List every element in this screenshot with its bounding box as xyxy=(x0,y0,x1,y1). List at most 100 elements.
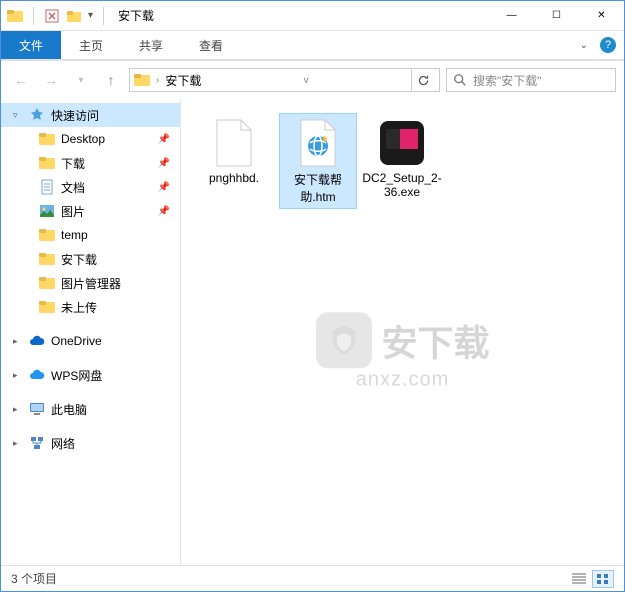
sidebar-item[interactable]: 未上传 xyxy=(1,295,180,319)
folder-icon xyxy=(39,227,55,243)
ribbon-tabs: 文件 主页 共享 查看 ⌄ ? xyxy=(1,31,624,59)
sidebar-item[interactable]: Desktop 📌 xyxy=(1,127,180,151)
address-box[interactable]: › 安下载 v xyxy=(129,68,440,92)
expand-icon[interactable]: ▸ xyxy=(13,370,23,381)
address-dropdown-icon[interactable]: v xyxy=(294,69,318,91)
file-name-label: DC2_Setup_2-36.exe xyxy=(362,171,441,199)
expand-icon[interactable]: ▸ xyxy=(13,438,23,449)
nav-recent-dropdown[interactable]: ▾ xyxy=(69,68,93,92)
view-details-button[interactable] xyxy=(568,570,590,588)
file-list[interactable]: pnghhbd.安下载帮助.htmDC2_Setup_2-36.exe 安下载 … xyxy=(181,99,624,565)
addressbar: ← → ▾ ↑ › 安下载 v 搜索"安下载" xyxy=(1,61,624,99)
tab-view[interactable]: 查看 xyxy=(181,31,241,59)
pin-icon: 📌 xyxy=(158,182,170,193)
sidebar-item[interactable]: 下载 📌 xyxy=(1,151,180,175)
pin-icon: 📌 xyxy=(158,158,170,169)
folder-icon xyxy=(39,299,55,315)
pin-icon: 📌 xyxy=(158,206,170,217)
file-item[interactable]: DC2_Setup_2-36.exe xyxy=(363,113,441,209)
qat-separator xyxy=(33,7,34,25)
folder-icon xyxy=(39,275,55,291)
document-icon xyxy=(39,179,55,195)
sidebar-item-label: 未上传 xyxy=(61,299,97,316)
pin-icon: 📌 xyxy=(158,134,170,145)
computer-icon xyxy=(29,401,45,417)
file-type-icon xyxy=(210,117,258,169)
sidebar-item-label: temp xyxy=(61,228,88,242)
tab-home[interactable]: 主页 xyxy=(61,31,121,59)
sidebar-item[interactable]: 图片 📌 xyxy=(1,199,180,223)
address-folder-icon xyxy=(134,72,150,88)
expand-icon[interactable]: ▿ xyxy=(13,110,23,121)
folder-icon xyxy=(39,131,55,147)
sidebar-onedrive[interactable]: ▸ OneDrive xyxy=(1,329,180,353)
titlebar-left: ▾ 安下载 xyxy=(1,7,154,25)
status-item-count: 3 个项目 xyxy=(11,570,57,587)
sidebar-item-label: 快速访问 xyxy=(51,107,99,124)
statusbar: 3 个项目 xyxy=(1,565,624,591)
ribbon-expand-icon[interactable]: ⌄ xyxy=(580,40,588,51)
refresh-button[interactable] xyxy=(411,69,435,91)
sidebar-item-label: 图片管理器 xyxy=(61,275,121,292)
file-item[interactable]: 安下载帮助.htm xyxy=(279,113,357,209)
file-name-label: pnghhbd. xyxy=(209,171,259,185)
qat-dropdown-icon[interactable]: ▾ xyxy=(88,10,93,21)
search-placeholder: 搜索"安下载" xyxy=(473,72,542,89)
file-item[interactable]: pnghhbd. xyxy=(195,113,273,209)
tab-file[interactable]: 文件 xyxy=(1,31,61,59)
window-title: 安下载 xyxy=(118,7,154,24)
expand-icon[interactable]: ▸ xyxy=(13,336,23,347)
sidebar-thispc[interactable]: ▸ 此电脑 xyxy=(1,397,180,421)
qat-newfolder-icon[interactable] xyxy=(66,8,82,24)
close-button[interactable]: ✕ xyxy=(579,1,624,30)
expand-icon[interactable]: ▸ xyxy=(13,404,23,415)
network-icon xyxy=(29,435,45,451)
sidebar-item[interactable]: 安下载 xyxy=(1,247,180,271)
sidebar-item-label: 文档 xyxy=(61,179,85,196)
nav-back-button[interactable]: ← xyxy=(9,68,33,92)
sidebar-item-label: Desktop xyxy=(61,132,105,146)
sidebar-item-label: WPS网盘 xyxy=(51,367,102,384)
sidebar-item-label: OneDrive xyxy=(51,334,102,348)
sidebar-item[interactable]: 文档 📌 xyxy=(1,175,180,199)
sidebar-item[interactable]: temp xyxy=(1,223,180,247)
nav-forward-button[interactable]: → xyxy=(39,68,63,92)
sidebar-item-label: 下载 xyxy=(61,155,85,172)
window-controls: — ☐ ✕ xyxy=(489,1,624,30)
sidebar-wps[interactable]: ▸ WPS网盘 xyxy=(1,363,180,387)
folder-icon xyxy=(39,155,55,171)
folder-icon xyxy=(39,251,55,267)
tab-share[interactable]: 共享 xyxy=(121,31,181,59)
sidebar-network[interactable]: ▸ 网络 xyxy=(1,431,180,455)
sidebar-quick-access[interactable]: ▿ 快速访问 xyxy=(1,103,180,127)
titlebar: ▾ 安下载 — ☐ ✕ xyxy=(1,1,624,31)
maximize-button[interactable]: ☐ xyxy=(534,1,579,30)
sidebar-item-label: 安下载 xyxy=(61,251,97,268)
star-icon xyxy=(29,107,45,123)
qat-properties-icon[interactable] xyxy=(44,8,60,24)
search-input[interactable]: 搜索"安下载" xyxy=(446,68,616,92)
sidebar-item-label: 此电脑 xyxy=(51,401,87,418)
cloud-icon xyxy=(29,333,45,349)
watermark-text: 安下载 xyxy=(381,314,489,366)
file-type-icon xyxy=(378,117,426,169)
app-folder-icon xyxy=(7,8,23,24)
help-icon[interactable]: ? xyxy=(600,37,616,53)
nav-up-button[interactable]: ↑ xyxy=(99,68,123,92)
pictures-icon xyxy=(39,203,55,219)
qat-separator-2 xyxy=(103,7,104,25)
minimize-button[interactable]: — xyxy=(489,1,534,30)
sidebar-item[interactable]: 图片管理器 xyxy=(1,271,180,295)
cloud-icon xyxy=(29,367,45,383)
breadcrumb-sep-icon[interactable]: › xyxy=(156,75,159,86)
sidebar-item-label: 图片 xyxy=(61,203,85,220)
view-icons-button[interactable] xyxy=(592,570,614,588)
file-name-label: 安下载帮助.htm xyxy=(283,171,353,205)
file-type-icon xyxy=(294,117,342,169)
breadcrumb-segment[interactable]: 安下载 xyxy=(165,72,201,89)
nav-sidebar: ▿ 快速访问 Desktop📌下载📌文档📌图片📌temp安下载图片管理器未上传 … xyxy=(1,99,181,565)
search-icon xyxy=(453,73,467,87)
sidebar-item-label: 网络 xyxy=(51,435,75,452)
main-area: ▿ 快速访问 Desktop📌下载📌文档📌图片📌temp安下载图片管理器未上传 … xyxy=(1,99,624,565)
shield-icon xyxy=(315,312,371,368)
